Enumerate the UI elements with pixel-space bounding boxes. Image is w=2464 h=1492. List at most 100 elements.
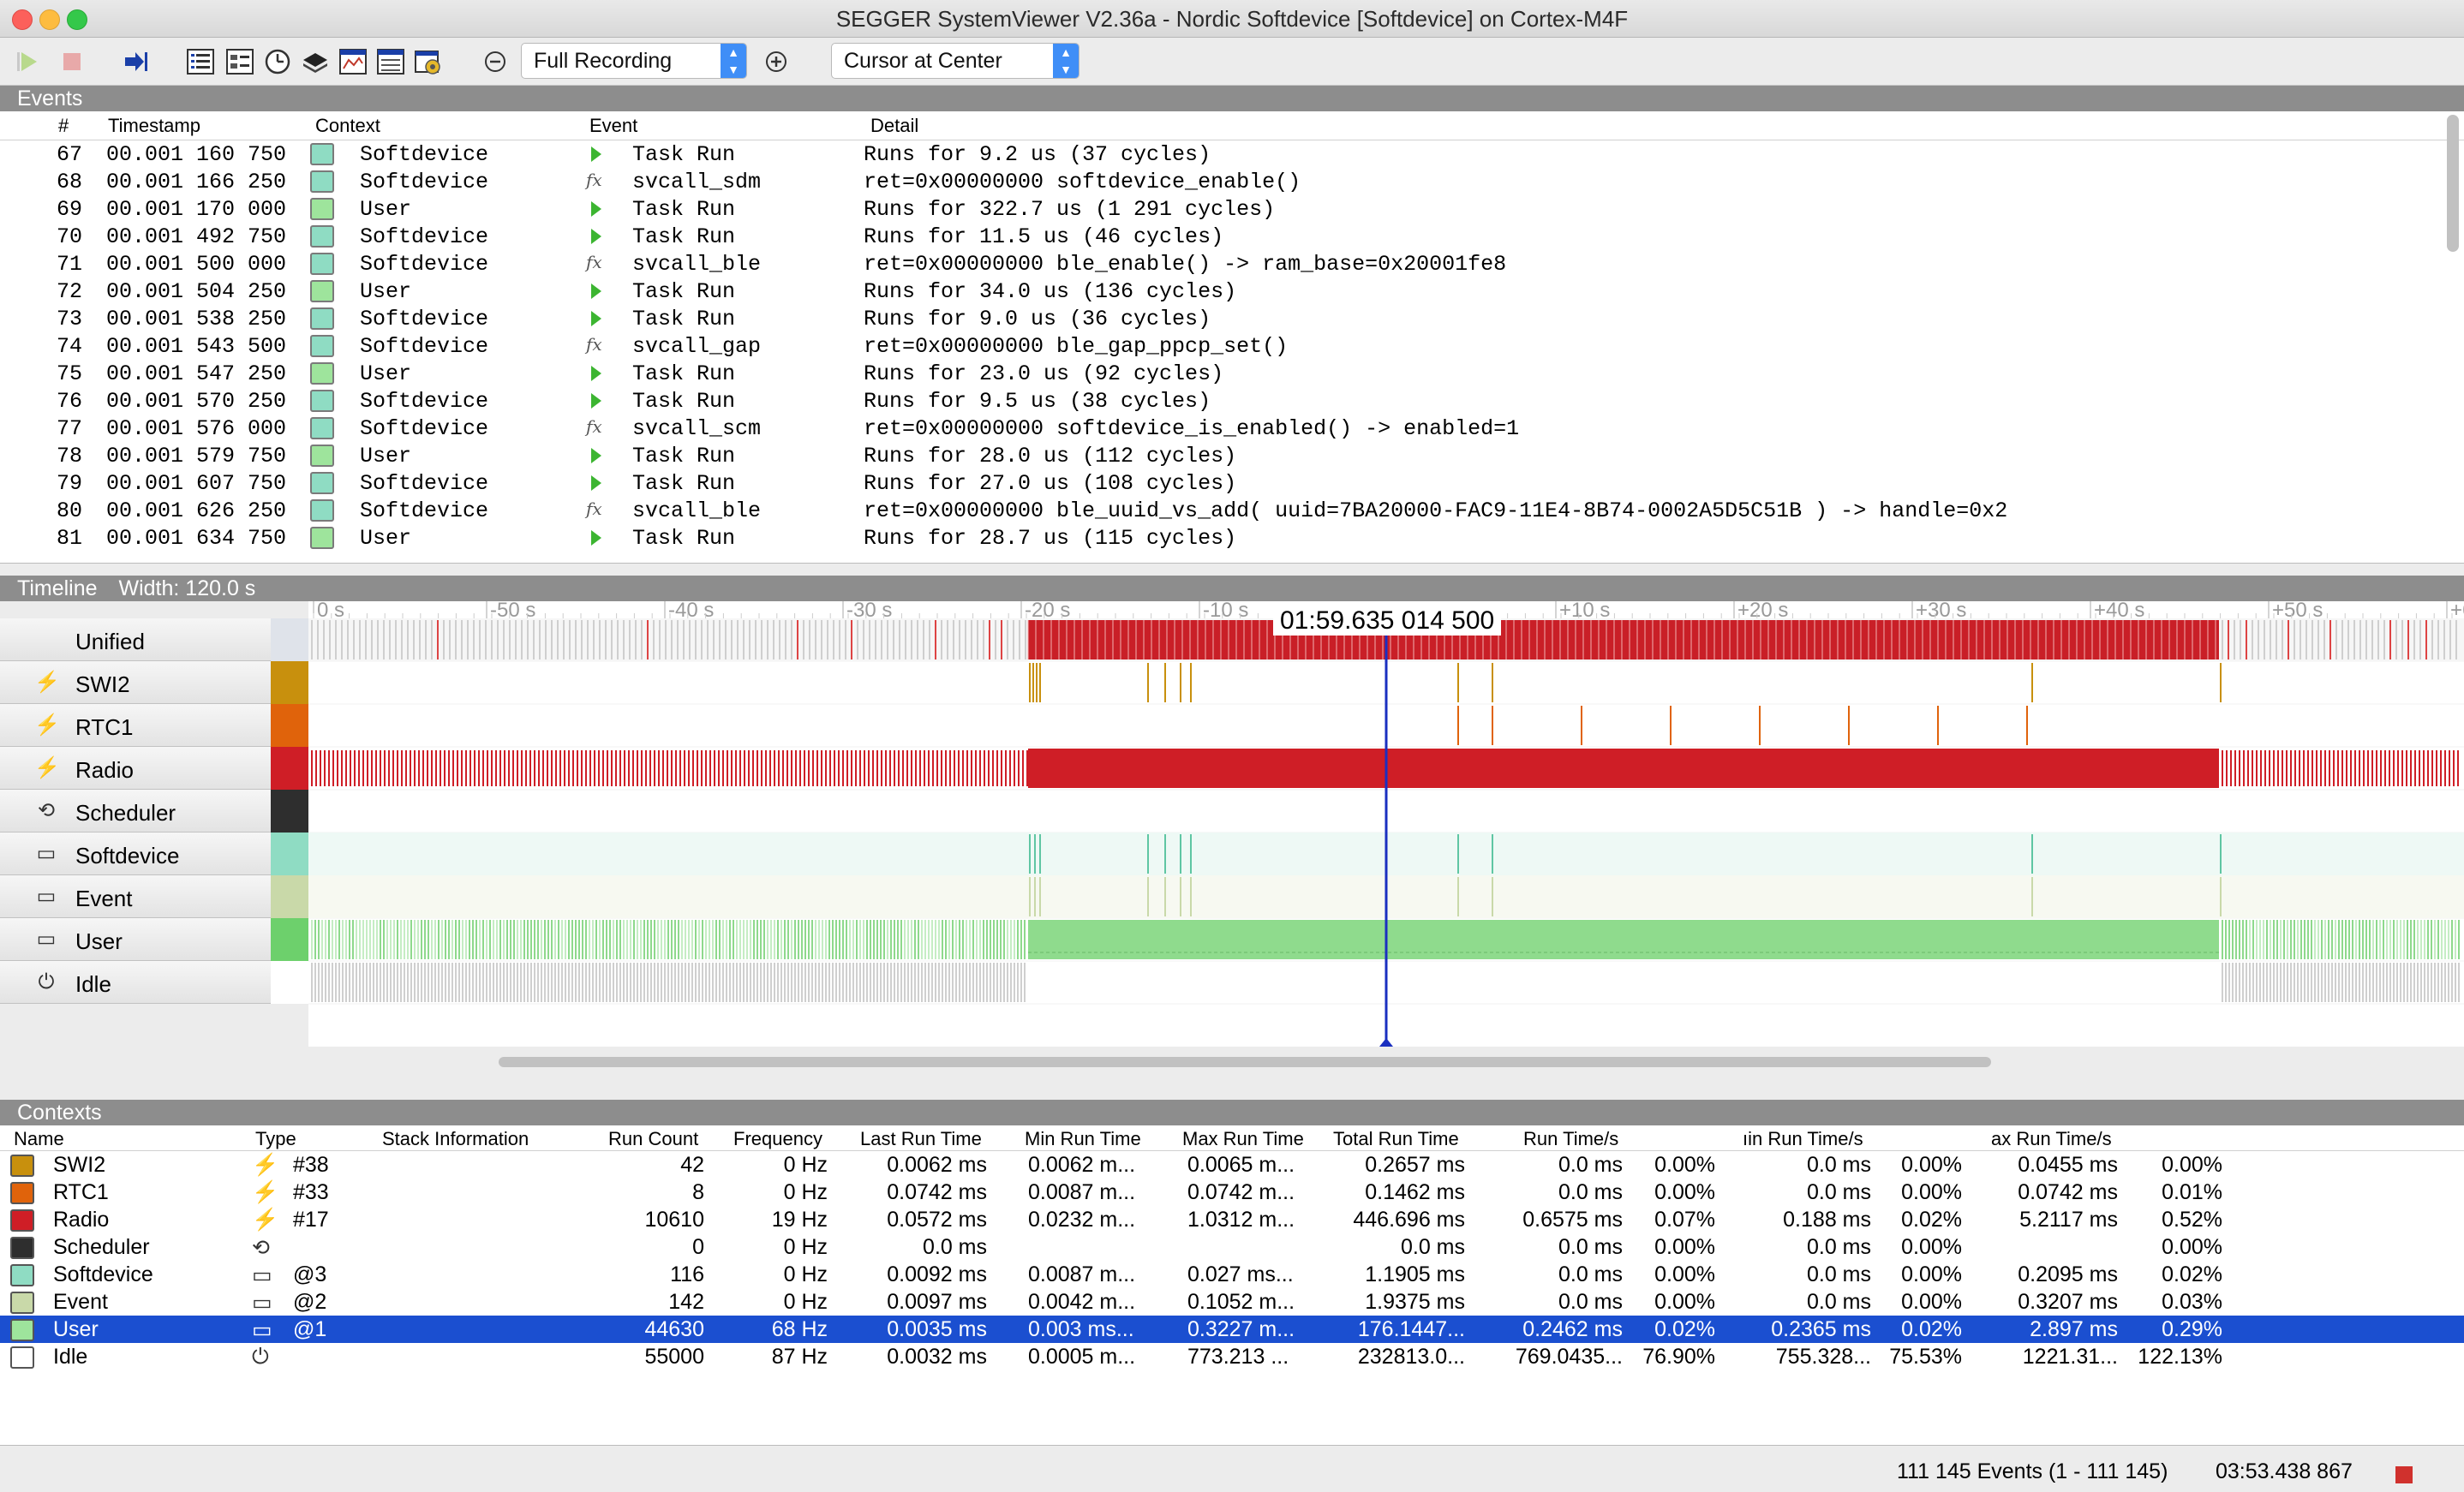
zoom-window-button[interactable]	[67, 9, 87, 30]
timeline-track-rtc1[interactable]: ⚡ RTC1	[0, 704, 308, 747]
col-header-number[interactable]: #	[58, 115, 69, 137]
last-run-time: 0.0742 ms	[887, 1180, 987, 1204]
timeline-view-button[interactable]	[262, 46, 293, 77]
go-to-end-button[interactable]	[120, 46, 151, 77]
cursor-mode-select[interactable]: Cursor at Center ▲ ▼	[831, 43, 1079, 79]
event-row[interactable]: 67 00.001 160 750 Softdevice Task Run Runs f…	[0, 140, 2442, 168]
col-header-event[interactable]: Event	[589, 115, 637, 137]
event-row[interactable]: 71 00.001 500 000 Softdevice fx svcall_ble re…	[0, 250, 2442, 278]
total-run-time: 1.1905 ms	[1365, 1262, 1465, 1286]
context-row-scheduler[interactable]: Scheduler ⟲ 0 0 Hz 0.0 ms 0.0 ms 0.0 ms 0.00% 0.…	[0, 1233, 2464, 1261]
event-row[interactable]: 77 00.001 576 000 Softdevice fx svcall_scm re…	[0, 415, 2442, 442]
col-header-type[interactable]: Type	[255, 1128, 296, 1150]
col-header-min-run[interactable]: Min Run Time	[1025, 1128, 1141, 1150]
timeline-track-swi2[interactable]: ⚡ SWI2	[0, 661, 308, 704]
timeline-track-event[interactable]: ▭ Event	[0, 875, 308, 918]
terminal-view-button[interactable]	[338, 46, 368, 77]
event-row[interactable]: 78 00.001 579 750 User Task Run Runs for 28.…	[0, 442, 2442, 469]
stop-recording-button[interactable]	[57, 46, 87, 77]
context-color-swatch	[310, 362, 334, 385]
timeline-track-idle[interactable]: ⏻ Idle	[0, 961, 308, 1004]
context-row-softdevice[interactable]: Softdevice ▭ @3 116 0 Hz 0.0092 ms 0.0087 m...…	[0, 1261, 2464, 1288]
event-row[interactable]: 81 00.001 634 750 User Task Run Runs for 28.…	[0, 524, 2442, 552]
cpu-load-view-button[interactable]	[300, 46, 331, 77]
col-header-name[interactable]: Name	[14, 1128, 64, 1150]
track-color-swatch	[271, 661, 308, 704]
runtime-view-button[interactable]	[413, 46, 444, 77]
zoom-out-button[interactable]	[480, 46, 511, 77]
event-timestamp: 00.001 170 000	[106, 197, 287, 222]
event-row[interactable]: 76 00.001 570 250 Softdevice Task Run Runs f…	[0, 387, 2442, 415]
power-icon: ⏻	[38, 970, 55, 994]
event-row[interactable]: 72 00.001 504 250 User Task Run Runs for 34.…	[0, 278, 2442, 305]
total-run-time: 0.2657 ms	[1365, 1153, 1465, 1177]
col-header-max-run-time-s[interactable]: ax Run Time/s	[1991, 1128, 2112, 1150]
col-header-last-run[interactable]: Last Run Time	[860, 1128, 982, 1150]
events-scrollbar-thumb[interactable]	[2447, 115, 2459, 252]
run-count: 116	[670, 1262, 704, 1286]
events-view-button[interactable]	[185, 46, 216, 77]
min-run-time-per-s: 0.188 ms	[1783, 1208, 1871, 1232]
min-run-time: 0.0062 m...	[1028, 1153, 1136, 1177]
context-type: @1	[293, 1317, 327, 1341]
context-row-idle[interactable]: Idle ⏻ 55000 87 Hz 0.0032 ms 0.0005 m... 773.2…	[0, 1343, 2464, 1370]
function-icon: fx	[586, 416, 602, 437]
event-detail: ret=0x00000000 softdevice_enable()	[864, 170, 1301, 194]
context-row-rtc1[interactable]: RTC1 ⚡ #33 8 0 Hz 0.0742 ms 0.0087 m... 0.0742 …	[0, 1179, 2464, 1206]
min-run-time-per-s-pct: 0.00%	[1901, 1153, 1962, 1177]
run-count: 142	[668, 1290, 704, 1314]
context-row-radio[interactable]: Radio ⚡ #17 10610 19 Hz 0.0572 ms 0.0232 m... 1…	[0, 1206, 2464, 1233]
min-run-time: 0.0232 m...	[1028, 1208, 1136, 1232]
event-row[interactable]: 73 00.001 538 250 Softdevice Task Run Runs f…	[0, 305, 2442, 332]
context-row-swi2[interactable]: SWI2 ⚡ #38 42 0 Hz 0.0062 ms 0.0062 m... 0.0065…	[0, 1151, 2464, 1179]
contexts-table[interactable]: Name Type Stack Information Run Count Fr…	[0, 1125, 2464, 1446]
events-table[interactable]: # Timestamp Context Event Detail 67 00.00…	[0, 111, 2464, 564]
timeline-track-user[interactable]: ▭ User	[0, 918, 308, 961]
timeline-track-scheduler[interactable]: ⟲ Scheduler	[0, 790, 308, 833]
event-row[interactable]: 74 00.001 543 500 Softdevice fx svcall_gap re…	[0, 332, 2442, 360]
refresh-icon: ⟲	[37, 799, 56, 822]
context-row-event[interactable]: Event ▭ @2 142 0 Hz 0.0097 ms 0.0042 m... 0.105…	[0, 1288, 2464, 1316]
col-header-total-run[interactable]: Total Run Time	[1333, 1128, 1459, 1150]
minimize-window-button[interactable]	[39, 9, 60, 30]
col-header-run-count[interactable]: Run Count	[608, 1128, 698, 1150]
zoom-in-button[interactable]	[761, 46, 792, 77]
context-color-swatch	[10, 1319, 34, 1341]
start-recording-button[interactable]	[12, 46, 43, 77]
timeline-track-softdevice[interactable]: ▭ Softdevice	[0, 833, 308, 875]
task-run-icon	[591, 475, 601, 491]
event-context: Softdevice	[360, 170, 489, 194]
col-header-min-run-time-s[interactable]: ıin Run Time/s	[1743, 1128, 1863, 1150]
col-header-run-time-s[interactable]: Run Time/s	[1523, 1128, 1618, 1150]
recording-mode-select[interactable]: Full Recording ▲ ▼	[521, 43, 747, 79]
recording-mode-value: Full Recording	[534, 49, 673, 73]
event-name: Task Run	[632, 197, 736, 222]
event-row[interactable]: 69 00.001 170 000 User Task Run Runs for 322…	[0, 195, 2442, 223]
timeline-track-unified[interactable]: Unified	[0, 618, 308, 661]
col-header-detail[interactable]: Detail	[870, 115, 918, 137]
timeline-track-radio[interactable]: ⚡ Radio	[0, 747, 308, 790]
event-row[interactable]: 75 00.001 547 250 User Task Run Runs for 23.…	[0, 360, 2442, 387]
col-header-stack[interactable]: Stack Information	[382, 1128, 529, 1150]
context-color-swatch	[310, 499, 334, 522]
contexts-view-button[interactable]	[224, 46, 255, 77]
event-context: Softdevice	[360, 416, 489, 441]
timeline-canvas[interactable]: 0 s -50 s -40 s -30 s -20 s -10 s +10 s +20 s +3…	[308, 599, 2464, 1047]
col-header-max-run[interactable]: Max Run Time	[1182, 1128, 1304, 1150]
max-run-time-per-s-pct: 0.29%	[2162, 1317, 2222, 1341]
function-icon: fx	[586, 334, 602, 355]
total-run-time: 1.9375 ms	[1365, 1290, 1465, 1314]
close-window-button[interactable]	[12, 9, 33, 30]
context-row-user[interactable]: User ▭ @1 44630 68 Hz 0.0035 ms 0.003 ms... 0.3…	[0, 1316, 2464, 1343]
event-timestamp: 00.001 500 000	[106, 252, 287, 277]
event-row[interactable]: 68 00.001 166 250 Softdevice fx svcall_sdm re…	[0, 168, 2442, 195]
contexts-icon	[226, 49, 254, 75]
log-view-button[interactable]	[375, 46, 406, 77]
col-header-frequency[interactable]: Frequency	[733, 1128, 822, 1150]
event-row[interactable]: 80 00.001 626 250 Softdevice fx svcall_ble re…	[0, 497, 2442, 524]
timeline-scrollbar-thumb[interactable]	[499, 1057, 1991, 1067]
col-header-timestamp[interactable]: Timestamp	[108, 115, 200, 137]
event-row[interactable]: 70 00.001 492 750 Softdevice Task Run Runs f…	[0, 223, 2442, 250]
event-row[interactable]: 79 00.001 607 750 Softdevice Task Run Runs f…	[0, 469, 2442, 497]
col-header-context[interactable]: Context	[315, 115, 380, 137]
